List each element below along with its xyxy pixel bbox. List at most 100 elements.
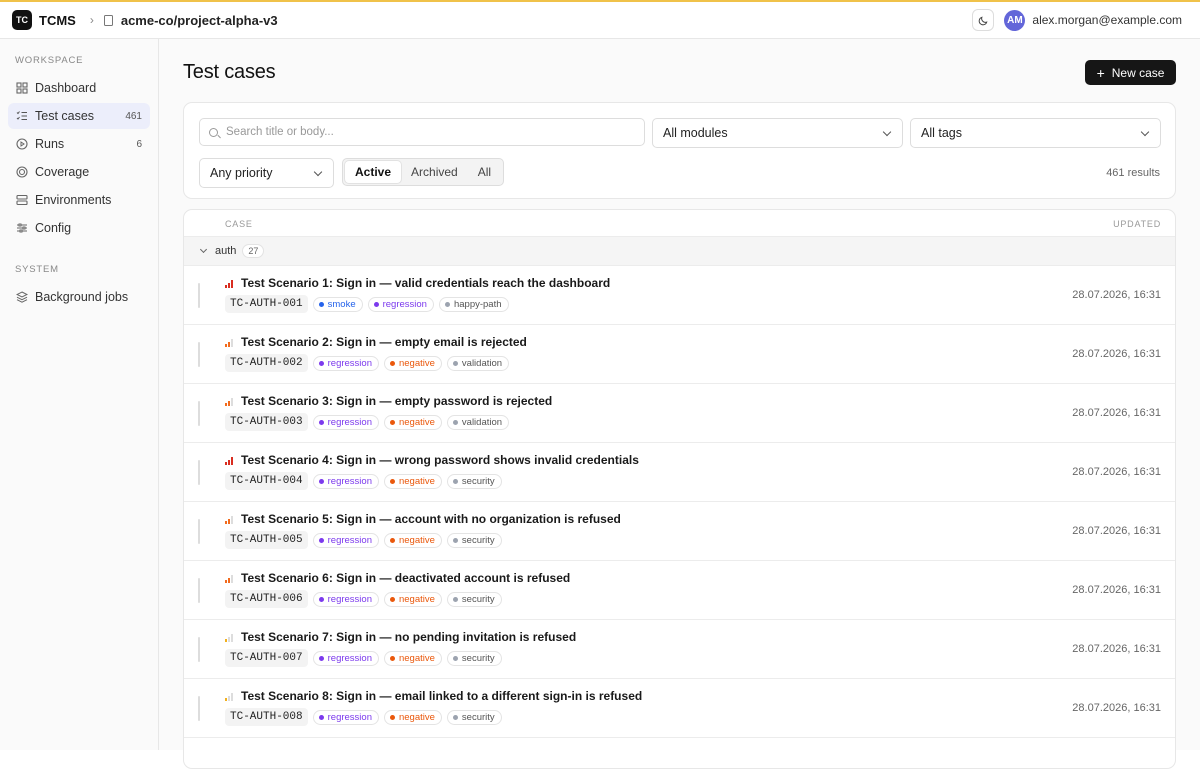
updated-timestamp: 28.07.2026, 16:31 [1072,584,1161,596]
row-drag-handle[interactable] [198,460,200,485]
app-name[interactable]: TCMS [39,13,76,28]
case-title[interactable]: Test Scenario 1: Sign in — valid credent… [241,276,610,290]
tag-chip[interactable]: negative [383,473,442,489]
tag-dot-icon [318,301,324,307]
priority-bar [231,575,233,583]
tag-chip[interactable]: security [446,473,502,489]
case-title[interactable]: Test Scenario 8: Sign in — email linked … [241,689,642,703]
new-case-button[interactable]: + New case [1085,60,1176,85]
module-select[interactable]: All modules [652,118,903,148]
user-email[interactable]: alex.morgan@example.com [1032,13,1182,27]
app-logo[interactable]: TC [12,10,32,30]
tag-chip[interactable]: negative [383,355,442,371]
tag-chip[interactable]: negative [383,591,442,607]
tag-chip[interactable]: happy-path [438,296,509,312]
updated-timestamp: 28.07.2026, 16:31 [1072,525,1161,537]
tag-dot-icon [452,714,458,720]
status-option-active[interactable]: Active [345,161,402,183]
tag-chip[interactable]: regression [312,414,379,430]
priority-select[interactable]: Any priority [199,158,334,188]
tag-chip[interactable]: regression [312,591,379,607]
tag-chip[interactable]: validation [446,355,510,371]
tag-chip[interactable]: regression [312,650,379,666]
tag-dot-icon [318,537,324,543]
tag-label: regression [327,534,372,546]
table-row[interactable]: Test Scenario 5: Sign in — account with … [184,502,1175,561]
tags-select-value: All tags [921,126,962,140]
priority-medium-icon [225,516,235,524]
sidebar-item-label: Config [35,221,72,235]
tag-chip[interactable]: security [446,650,502,666]
row-drag-handle[interactable] [198,283,200,308]
row-drag-handle[interactable] [198,519,200,544]
tag-chip[interactable]: regression [312,709,379,725]
tag-chip[interactable]: negative [383,532,442,548]
case-title[interactable]: Test Scenario 6: Sign in — deactivated a… [241,571,570,585]
table-row[interactable]: Test Scenario 4: Sign in — wrong passwor… [184,443,1175,502]
user-avatar[interactable]: AM [1004,9,1026,31]
case-title[interactable]: Test Scenario 5: Sign in — account with … [241,512,621,526]
tag-dot-icon [389,478,395,484]
sidebar-item-environments[interactable]: Environments [8,187,150,213]
row-drag-handle[interactable] [198,401,200,426]
tag-chip[interactable]: security [446,532,502,548]
group-header-auth[interactable]: auth 27 [184,237,1175,266]
sidebar-item-count: 461 [125,110,142,122]
search-input[interactable] [226,126,644,138]
table-row[interactable]: Test Scenario 2: Sign in — empty email i… [184,325,1175,384]
tag-chip[interactable]: regression [312,473,379,489]
column-header-updated[interactable]: UPDATED [1113,219,1161,229]
tag-chip[interactable]: security [446,709,502,725]
tag-chip[interactable]: security [446,591,502,607]
case-title[interactable]: Test Scenario 3: Sign in — empty passwor… [241,394,552,408]
priority-high-icon [225,280,235,288]
priority-bar [228,637,230,642]
table-row[interactable]: Test Scenario 8: Sign in — email linked … [184,679,1175,738]
tag-chip[interactable]: regression [367,296,434,312]
breadcrumb-repo[interactable]: acme-co/project-alpha-v3 [121,13,278,28]
tag-chip[interactable]: negative [383,414,442,430]
chevron-down-icon [199,245,208,254]
row-drag-handle[interactable] [198,637,200,662]
case-title[interactable]: Test Scenario 7: Sign in — no pending in… [241,630,576,644]
sidebar-item-runs[interactable]: Runs 6 [8,131,150,157]
status-option-all[interactable]: All [468,161,501,183]
table-row[interactable]: Test Scenario 1: Sign in — valid credent… [184,266,1175,325]
cases-table: CASE UPDATED auth 27 Test Scenario 1: Si… [183,209,1176,769]
sidebar: WORKSPACE Dashboard Test cases 461 Runs … [0,39,159,750]
table-row[interactable]: Test Scenario 7: Sign in — no pending in… [184,620,1175,679]
theme-toggle-button[interactable] [972,9,995,31]
sidebar-item-dashboard[interactable]: Dashboard [8,75,150,101]
tag-chip[interactable]: smoke [312,296,363,312]
row-drag-handle[interactable] [198,342,200,367]
sidebar-item-coverage[interactable]: Coverage [8,159,150,185]
sidebar-item-test-cases[interactable]: Test cases 461 [8,103,150,129]
search-box[interactable] [199,118,645,146]
tag-dot-icon [389,655,395,661]
row-drag-handle[interactable] [198,696,200,721]
priority-bar [228,401,230,406]
table-row[interactable]: Test Scenario 3: Sign in — empty passwor… [184,384,1175,443]
tag-chip[interactable]: negative [383,709,442,725]
tags-select[interactable]: All tags [910,118,1161,148]
tag-label: negative [398,475,435,487]
case-title[interactable]: Test Scenario 4: Sign in — wrong passwor… [241,453,639,467]
priority-high-icon [225,457,235,465]
sidebar-item-config[interactable]: Config [8,215,150,241]
module-select-value: All modules [663,126,728,140]
tag-chip[interactable]: validation [446,414,510,430]
priority-bar [231,516,233,524]
table-row[interactable]: Test Scenario 6: Sign in — deactivated a… [184,561,1175,620]
row-drag-handle[interactable] [198,578,200,603]
tag-label: negative [398,711,435,723]
status-option-archived[interactable]: Archived [401,161,468,183]
tag-chip[interactable]: negative [383,650,442,666]
tag-chip[interactable]: regression [312,532,379,548]
tag-chip[interactable]: regression [312,355,379,371]
case-title[interactable]: Test Scenario 2: Sign in — empty email i… [241,335,527,349]
case-id: TC-AUTH-007 [225,649,308,667]
column-header-case[interactable]: CASE [225,219,253,229]
case-meta: TC-AUTH-008 regression negative security [225,708,507,726]
case-id: TC-AUTH-005 [225,531,308,549]
sidebar-item-background-jobs[interactable]: Background jobs [8,284,150,310]
